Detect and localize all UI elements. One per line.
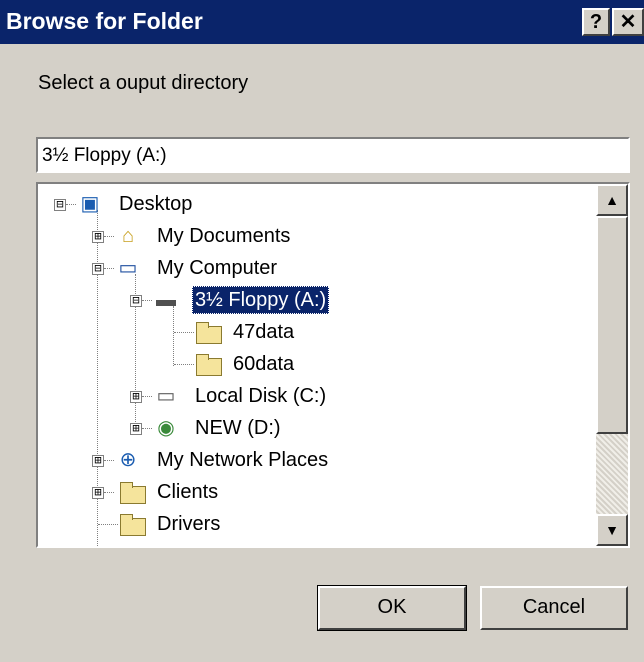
title-bar[interactable]: Browse for Folder ? ✕	[0, 0, 644, 44]
tree-item-drivers[interactable]: Drivers	[38, 510, 578, 540]
scroll-up-button[interactable]: ▲	[596, 184, 628, 216]
folder-tree-viewport: ⊟ ▣ Desktop ⊞ ⌂ My Documents ⊟ ▭ My Comp…	[38, 184, 596, 546]
folder-icon	[120, 482, 146, 504]
tree-item-label: My Network Places	[157, 449, 329, 471]
arrow-up-icon: ▲	[605, 192, 619, 208]
tree-item-label: Drivers	[157, 513, 221, 535]
tree-item-new-d[interactable]: ⊞ ◉ NEW (D:)	[38, 414, 578, 444]
network-places-icon: ⊕	[119, 449, 137, 471]
folder-icon	[120, 514, 146, 536]
tree-item-label: 3½ Floppy (A:)	[192, 286, 330, 314]
expand-icon[interactable]: ⊞	[92, 454, 104, 467]
tree-item-label: 60data	[233, 353, 295, 375]
tree-item-label: My Documents	[157, 225, 291, 247]
collapse-icon[interactable]: ⊟	[54, 198, 66, 211]
scroll-down-button[interactable]: ▼	[596, 514, 628, 546]
expand-icon[interactable]: ⊞	[130, 390, 142, 403]
tree-item-label: 47data	[233, 321, 295, 343]
tree-item-47data[interactable]: 47data	[38, 318, 578, 348]
tree-item-label: Desktop	[119, 193, 193, 215]
help-icon: ?	[589, 11, 603, 33]
tree-item-label: NEW (D:)	[195, 417, 281, 439]
folder-path-field[interactable]: 3½ Floppy (A:)	[36, 137, 630, 173]
cancel-button[interactable]: Cancel	[480, 586, 628, 630]
help-button[interactable]: ?	[582, 8, 610, 36]
expand-icon[interactable]: ⊞	[130, 422, 142, 435]
folder-icon	[196, 354, 222, 376]
folder-tree[interactable]: ⊟ ▣ Desktop ⊞ ⌂ My Documents ⊟ ▭ My Comp…	[36, 182, 630, 548]
ok-button[interactable]: OK	[317, 585, 467, 631]
tree-item-my-documents[interactable]: ⊞ ⌂ My Documents	[38, 222, 578, 252]
tree-item-clients[interactable]: ⊞ Clients	[38, 478, 578, 508]
cd-drive-icon: ◉	[157, 417, 175, 439]
close-button[interactable]: ✕	[612, 8, 644, 36]
tree-item-desktop[interactable]: ⊟ ▣ Desktop	[38, 190, 578, 220]
window-title: Browse for Folder	[6, 8, 203, 34]
scrollbar-thumb[interactable]	[596, 216, 628, 434]
my-documents-icon: ⌂	[121, 225, 135, 247]
collapse-icon[interactable]: ⊟	[92, 262, 104, 275]
floppy-drive-icon: ▬	[156, 289, 176, 311]
tree-item-label: Clients	[157, 481, 219, 503]
folder-icon	[196, 322, 222, 344]
my-computer-icon: ▭	[118, 257, 138, 279]
tree-item-label: My Computer	[157, 257, 278, 279]
vertical-scrollbar[interactable]: ▲ ▼	[596, 184, 628, 546]
desktop-icon: ▣	[80, 193, 100, 215]
instruction-label: Select a ouput directory	[38, 72, 249, 94]
collapse-icon[interactable]: ⊟	[130, 294, 142, 307]
close-icon: ✕	[619, 11, 637, 33]
tree-item-label: Local Disk (C:)	[195, 385, 327, 407]
tree-item-my-network-places[interactable]: ⊞ ⊕ My Network Places	[38, 446, 578, 476]
tree-item-floppy-a[interactable]: ⊟ ▬ 3½ Floppy (A:)	[38, 286, 578, 316]
expand-icon[interactable]: ⊞	[92, 486, 104, 499]
hard-disk-icon: ▭	[156, 385, 176, 407]
arrow-down-icon: ▼	[605, 522, 619, 538]
tree-item-local-disk-c[interactable]: ⊞ ▭ Local Disk (C:)	[38, 382, 578, 412]
expand-icon[interactable]: ⊞	[92, 230, 104, 243]
tree-item-60data[interactable]: 60data	[38, 350, 578, 380]
tree-item-my-computer[interactable]: ⊟ ▭ My Computer	[38, 254, 578, 284]
